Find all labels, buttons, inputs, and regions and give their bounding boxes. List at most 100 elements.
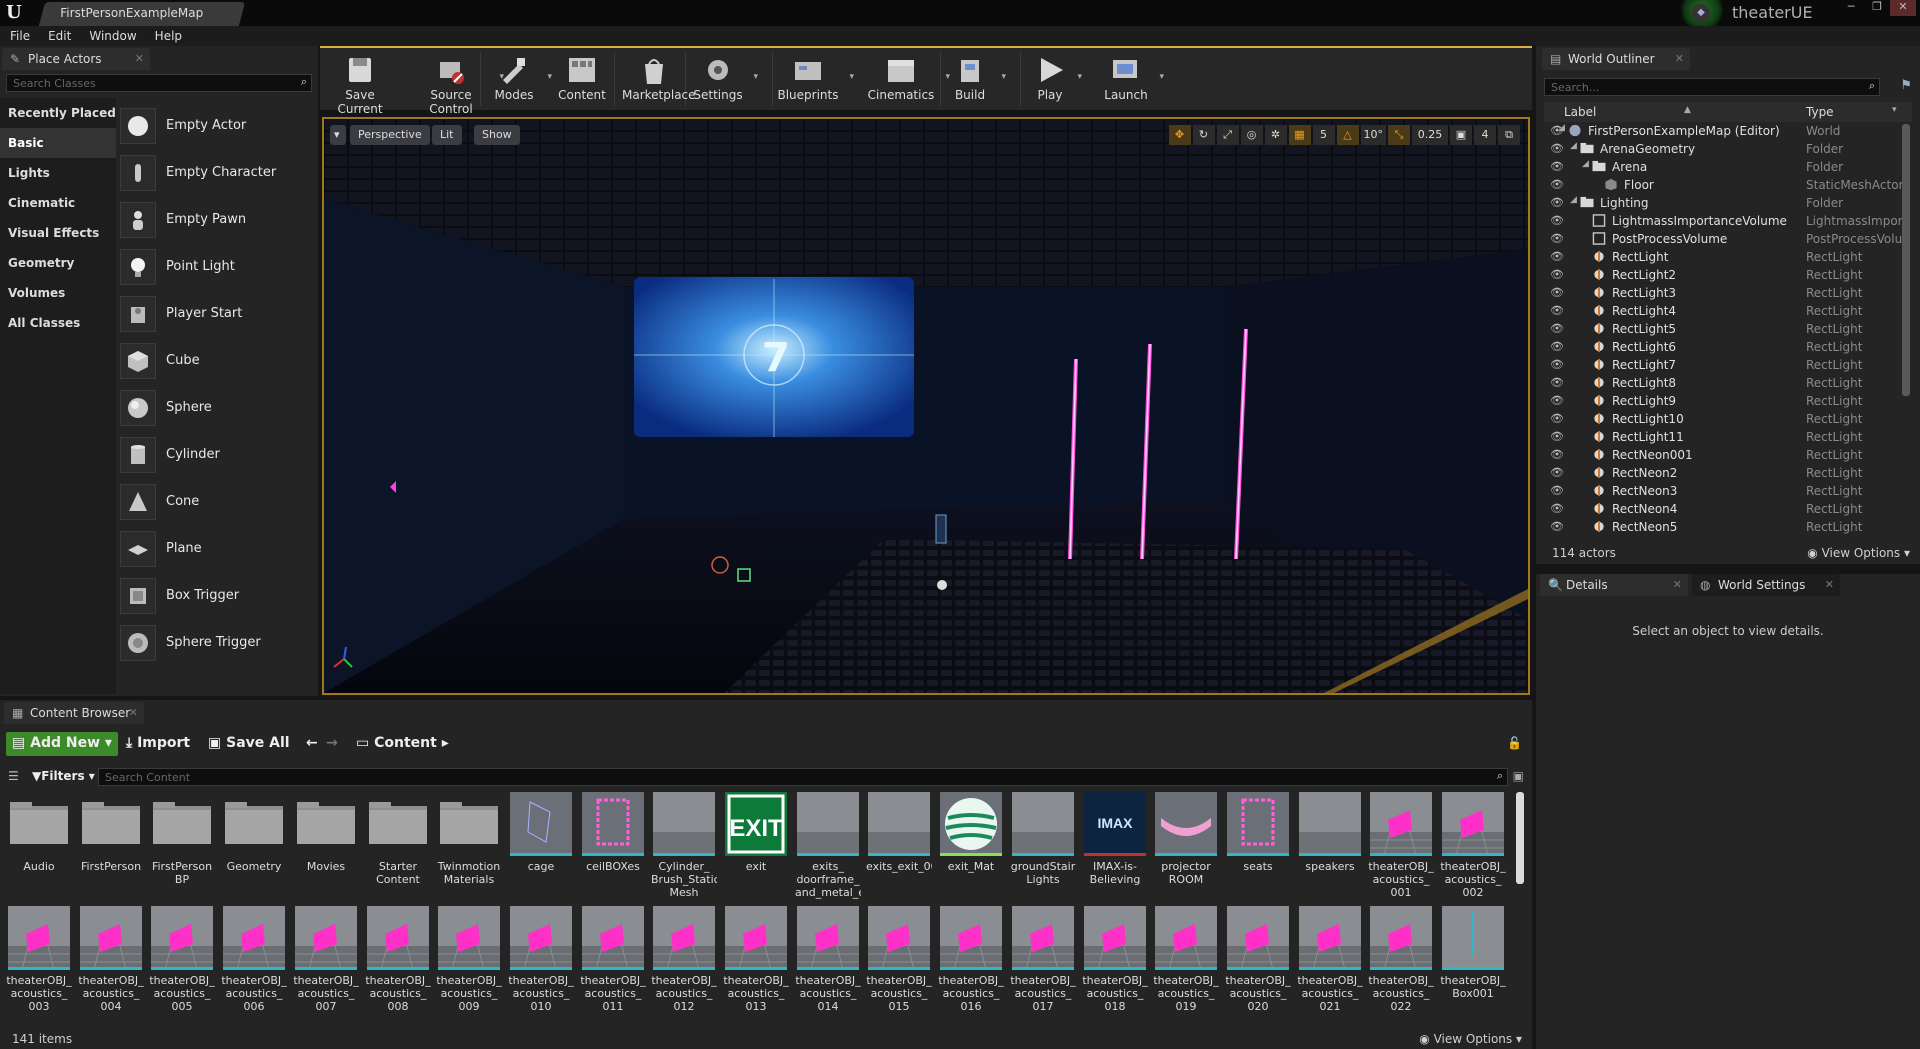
- visibility-eye-icon[interactable]: 👁: [1550, 412, 1566, 425]
- outliner-row[interactable]: 👁 RectNeon5 RectLight: [1544, 518, 1904, 536]
- save-all-button[interactable]: ▣ Save All: [202, 732, 296, 756]
- category-geometry[interactable]: Geometry: [0, 248, 116, 278]
- column-menu-icon[interactable]: ▾: [1892, 105, 1897, 115]
- unreal-logo-icon[interactable]: U: [6, 2, 28, 24]
- outliner-search-input[interactable]: Search... ⌕: [1544, 78, 1880, 96]
- folder-item[interactable]: Audio: [6, 792, 72, 900]
- menu-edit[interactable]: Edit: [48, 29, 71, 43]
- category-lights[interactable]: Lights: [0, 158, 116, 188]
- maximize-viewport-icon[interactable]: ⧉: [1498, 125, 1520, 145]
- asset-item[interactable]: theaterOBJ_ acoustics_ 022: [1368, 906, 1434, 1014]
- asset-item[interactable]: theaterOBJ_ Box001: [1440, 906, 1506, 1014]
- visibility-eye-icon[interactable]: 👁: [1550, 502, 1566, 515]
- tab-world-outliner[interactable]: ▤ World Outliner ✕: [1542, 48, 1690, 70]
- outliner-row[interactable]: 👁 RectNeon3 RectLight: [1544, 482, 1904, 500]
- content-search-input[interactable]: Search Content ⌕: [98, 768, 1508, 786]
- actor-item-empty-pawn[interactable]: Empty Pawn: [120, 196, 316, 243]
- rotation-snap-value[interactable]: 10°: [1360, 125, 1386, 145]
- asset-item[interactable]: theaterOBJ_ acoustics_ 002: [1440, 792, 1506, 900]
- dropdown-arrow-icon[interactable]: ▾: [1001, 72, 1006, 82]
- category-visual-effects[interactable]: Visual Effects: [0, 218, 116, 248]
- scale-snap-value[interactable]: 0.25: [1412, 125, 1448, 145]
- path-breadcrumb[interactable]: ▭ Content ▸: [350, 732, 455, 756]
- folder-item[interactable]: Movies: [293, 792, 359, 900]
- folder-item[interactable]: Geometry: [221, 792, 287, 900]
- visibility-eye-icon[interactable]: 👁: [1550, 160, 1566, 173]
- expand-arrow-icon[interactable]: ◢: [1582, 159, 1589, 169]
- outliner-row[interactable]: 👁 RectNeon001 RectLight: [1544, 446, 1904, 464]
- outliner-scrollbar[interactable]: [1902, 124, 1910, 396]
- history-forward-button[interactable]: →: [320, 732, 344, 756]
- asset-item[interactable]: ceilBOXes: [580, 792, 646, 900]
- cb-view-options[interactable]: ◉ View Options ▾: [1419, 1032, 1522, 1046]
- asset-item[interactable]: theaterOBJ_ acoustics_ 011: [580, 906, 646, 1014]
- asset-item[interactable]: theaterOBJ_ acoustics_ 006: [221, 906, 287, 1014]
- close-icon[interactable]: ✕: [135, 52, 144, 65]
- rotate-tool-icon[interactable]: ↻: [1192, 125, 1215, 145]
- project-indicator[interactable]: ◆ theaterUE: [1680, 0, 1813, 32]
- scale-tool-icon[interactable]: ⤢: [1216, 125, 1239, 145]
- close-icon[interactable]: ✕: [1825, 578, 1834, 591]
- visibility-eye-icon[interactable]: 👁: [1550, 520, 1566, 533]
- outliner-row[interactable]: 👁 RectLight6 RectLight: [1544, 338, 1904, 356]
- outliner-view-options[interactable]: ◉ View Options ▾: [1807, 546, 1910, 560]
- actor-item-sphere-trigger[interactable]: Sphere Trigger: [120, 619, 316, 666]
- category-cinematic[interactable]: Cinematic: [0, 188, 116, 218]
- maximize-button[interactable]: ❐: [1864, 0, 1890, 16]
- close-button[interactable]: ✕: [1890, 0, 1916, 16]
- search-classes-input[interactable]: Search Classes ⌕: [6, 74, 312, 92]
- surface-snap-icon[interactable]: ✲: [1264, 125, 1287, 145]
- asset-item[interactable]: theaterOBJ_ acoustics_ 004: [78, 906, 144, 1014]
- expand-arrow-icon[interactable]: ◢: [1558, 123, 1565, 133]
- outliner-row[interactable]: 👁 RectLight3 RectLight: [1544, 284, 1904, 302]
- asset-item[interactable]: theaterOBJ_ acoustics_ 016: [938, 906, 1004, 1014]
- category-basic[interactable]: Basic: [0, 128, 116, 158]
- actor-item-empty-character[interactable]: Empty Character: [120, 149, 316, 196]
- level-viewport[interactable]: 7 ▾ Perspective Lit Show ✥ ↻ ⤢ ◎ ✲ ▦ 5 △…: [322, 117, 1530, 695]
- category-volumes[interactable]: Volumes: [0, 278, 116, 308]
- tab-details[interactable]: 🔍 Details ✕: [1540, 574, 1688, 596]
- world-local-icon[interactable]: ◎: [1240, 125, 1263, 145]
- actor-item-plane[interactable]: Plane: [120, 525, 316, 572]
- outliner-row[interactable]: 👁 ◢ Arena Folder: [1544, 158, 1904, 176]
- add-new-button[interactable]: ▤ Add New ▾: [6, 732, 118, 756]
- outliner-row[interactable]: 👁 ◢ ArenaGeometry Folder: [1544, 140, 1904, 158]
- outliner-row[interactable]: 👁 RectLight10 RectLight: [1544, 410, 1904, 428]
- actor-item-sphere[interactable]: Sphere: [120, 384, 316, 431]
- visibility-eye-icon[interactable]: 👁: [1550, 196, 1566, 209]
- outliner-row[interactable]: 👁 RectLight5 RectLight: [1544, 320, 1904, 338]
- rotation-snap-icon[interactable]: △: [1336, 125, 1359, 145]
- asset-item[interactable]: theaterOBJ_ acoustics_ 019: [1153, 906, 1219, 1014]
- visibility-eye-icon[interactable]: 👁: [1550, 142, 1566, 155]
- asset-item[interactable]: cage: [508, 792, 574, 900]
- folder-item[interactable]: Starter Content: [365, 792, 431, 900]
- visibility-eye-icon[interactable]: 👁: [1550, 358, 1566, 371]
- tab-content-browser[interactable]: ▦ Content Browser ✕: [4, 702, 144, 724]
- asset-item[interactable]: EXIT exit: [723, 792, 789, 900]
- asset-item[interactable]: exit_Mat: [938, 792, 1004, 900]
- asset-item[interactable]: theaterOBJ_ acoustics_ 005: [149, 906, 215, 1014]
- visibility-eye-icon[interactable]: 👁: [1550, 448, 1566, 461]
- outliner-row[interactable]: 👁 RectLight9 RectLight: [1544, 392, 1904, 410]
- import-button[interactable]: ⤓ Import: [120, 732, 196, 756]
- outliner-row[interactable]: 👁 LightmassImportanceVolume LightmassImpor…: [1544, 212, 1904, 230]
- asset-item[interactable]: theaterOBJ_ acoustics_ 003: [6, 906, 72, 1014]
- launch-button[interactable]: Launch ▾: [1102, 50, 1164, 108]
- visibility-eye-icon[interactable]: 👁: [1550, 340, 1566, 353]
- dropdown-arrow-icon[interactable]: ▾: [753, 72, 758, 82]
- menu-help[interactable]: Help: [155, 29, 182, 43]
- asset-item[interactable]: exits_exit_004: [866, 792, 932, 900]
- asset-item[interactable]: theaterOBJ_ acoustics_ 014: [795, 906, 861, 1014]
- blueprints-button[interactable]: Blueprints ▾: [776, 50, 854, 108]
- visibility-eye-icon[interactable]: 👁: [1550, 232, 1566, 245]
- marketplace-button[interactable]: Marketplace: [622, 50, 696, 108]
- visibility-eye-icon[interactable]: 👁: [1550, 322, 1566, 335]
- camera-speed-icon[interactable]: ▣: [1450, 125, 1472, 145]
- outliner-row[interactable]: 👁 RectNeon4 RectLight: [1544, 500, 1904, 518]
- actor-sprite[interactable]: [937, 580, 947, 590]
- dropdown-arrow-icon[interactable]: ▾: [1077, 72, 1082, 82]
- visibility-eye-icon[interactable]: 👁: [1550, 214, 1566, 227]
- settings-button[interactable]: Settings ▾: [692, 50, 758, 108]
- visibility-eye-icon[interactable]: 👁: [1550, 250, 1566, 263]
- content-button[interactable]: Content: [558, 50, 606, 108]
